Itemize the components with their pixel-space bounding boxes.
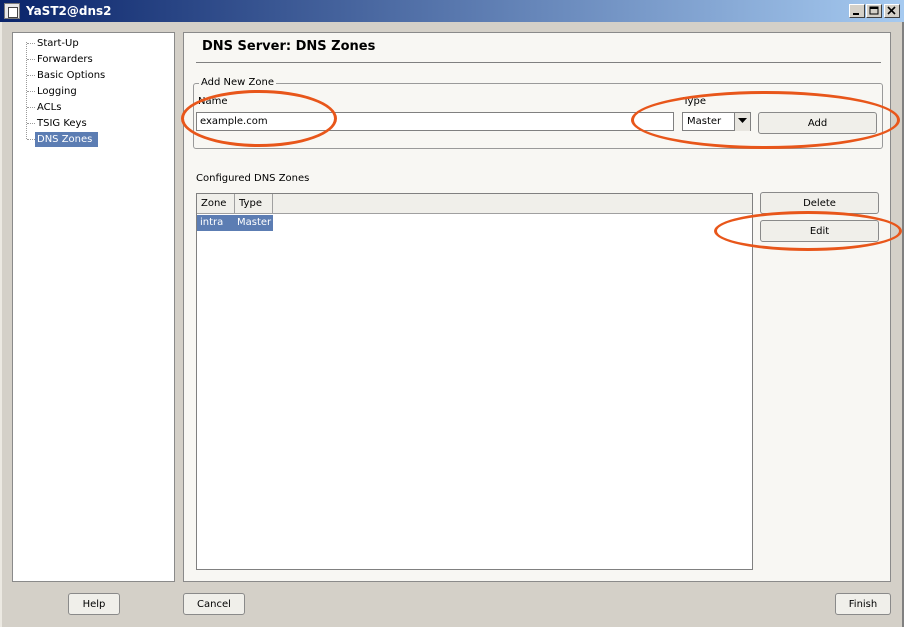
zone-type-select[interactable]: Master [682, 112, 751, 131]
column-header-zone[interactable]: Zone [197, 194, 235, 214]
finish-button[interactable]: Finish [835, 593, 891, 615]
type-cell: Master [237, 217, 272, 228]
delete-zone-button[interactable]: Delete [760, 192, 879, 214]
zone-type-value: Master [687, 116, 722, 127]
zone-name-input[interactable] [196, 112, 674, 131]
add-zone-legend: Add New Zone [199, 77, 276, 89]
zone-cell: intra [200, 217, 224, 228]
maximize-button[interactable] [866, 4, 882, 18]
sidebar-item-tsig-keys[interactable]: TSIG Keys [35, 116, 89, 131]
configured-zones-label: Configured DNS Zones [196, 173, 310, 184]
sidebar-item-start-up[interactable]: Start-Up [35, 36, 81, 51]
maximize-icon [869, 6, 879, 15]
close-button[interactable] [884, 4, 900, 18]
sidebar-item-basic-options[interactable]: Basic Options [35, 68, 107, 83]
name-label: Name [198, 96, 228, 107]
type-label: Type [683, 96, 706, 107]
zones-table: Zone Type intra Master [196, 193, 753, 570]
window-title: YaST2@dns2 [26, 4, 112, 18]
minimize-button[interactable] [849, 4, 865, 18]
minimize-icon [853, 13, 859, 15]
navigation-tree: Start-Up Forwarders Basic Options Loggin… [12, 32, 175, 582]
table-row[interactable]: intra Master [197, 215, 273, 231]
chevron-down-icon [738, 118, 747, 123]
app-icon [4, 3, 20, 19]
sidebar-item-logging[interactable]: Logging [35, 84, 79, 99]
edit-zone-button[interactable]: Edit [760, 220, 879, 242]
sidebar-item-forwarders[interactable]: Forwarders [35, 52, 95, 67]
page-title: DNS Server: DNS Zones [202, 39, 376, 54]
sidebar-item-acls[interactable]: ACLs [35, 100, 63, 115]
dropdown-arrow[interactable] [734, 113, 750, 131]
add-zone-button[interactable]: Add [758, 112, 877, 134]
title-divider [196, 62, 881, 63]
help-button[interactable]: Help [68, 593, 120, 615]
title-bar: YaST2@dns2 [0, 0, 904, 22]
cancel-button[interactable]: Cancel [183, 593, 245, 615]
close-icon [887, 6, 896, 15]
sidebar-item-dns-zones[interactable]: DNS Zones [35, 132, 98, 147]
column-header-type[interactable]: Type [235, 194, 273, 214]
